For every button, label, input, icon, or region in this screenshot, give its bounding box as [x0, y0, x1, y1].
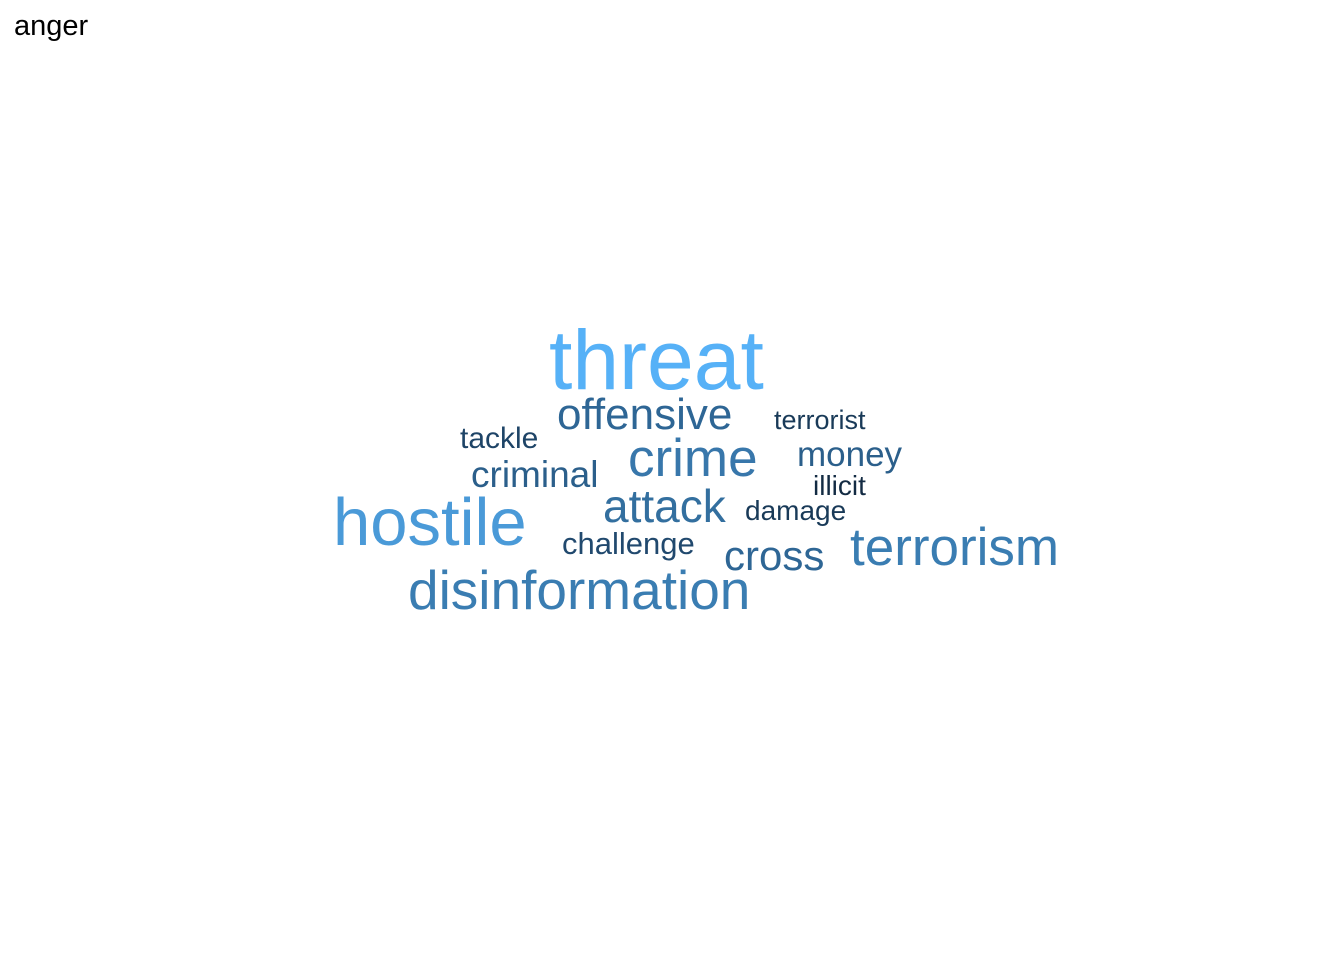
word-tackle: tackle: [460, 422, 539, 455]
word-disinformation: disinformation: [408, 559, 751, 621]
word-terrorism: terrorism: [850, 518, 1060, 577]
word-cross: cross: [724, 532, 825, 579]
word-crime: crime: [628, 429, 758, 488]
word-challenge: challenge: [562, 526, 695, 561]
word-terrorist: terrorist: [774, 405, 866, 435]
word-criminal: criminal: [471, 454, 599, 495]
word-offensive: offensive: [557, 390, 733, 439]
word-money: money: [797, 435, 903, 474]
word-hostile: hostile: [333, 485, 527, 560]
word-cloud: threat hostile terrorism disinformation …: [0, 0, 1344, 960]
word-illicit: illicit: [813, 470, 866, 501]
word-damage: damage: [745, 495, 847, 526]
word-attack: attack: [603, 480, 726, 532]
